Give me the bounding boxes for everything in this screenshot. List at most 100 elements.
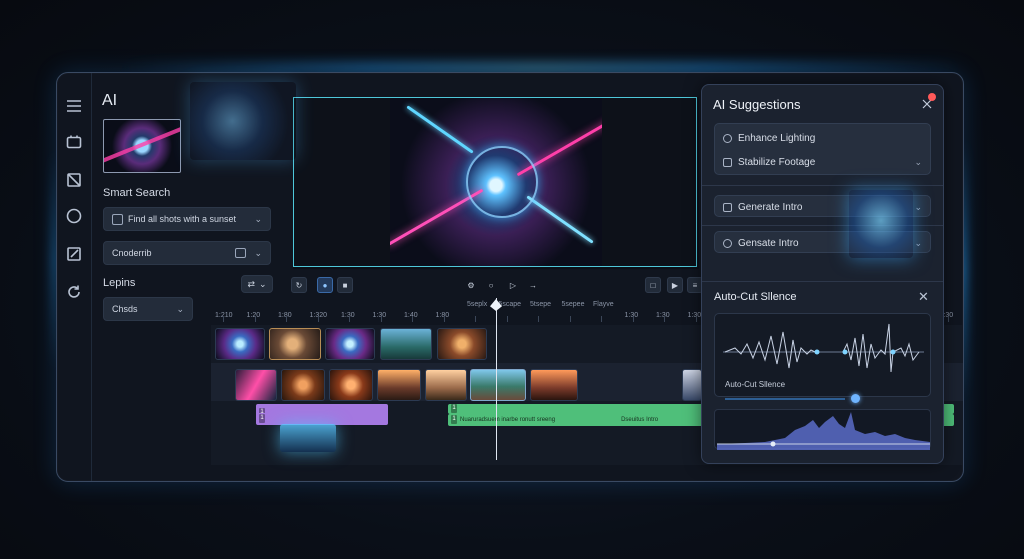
video-clip[interactable] <box>269 328 321 360</box>
ruler-tick <box>506 316 508 322</box>
edit-icon[interactable] <box>65 245 83 263</box>
ruler-label: 5sepee <box>561 301 585 308</box>
hologram-overlay <box>190 82 296 160</box>
chat-icon[interactable] <box>235 248 247 258</box>
chevron-down-icon[interactable]: ⌄ <box>914 202 922 213</box>
ruler-label: 5seplx <box>467 301 488 308</box>
video-clip[interactable] <box>425 369 467 401</box>
crop-icon[interactable] <box>65 171 83 189</box>
chevron-down-icon[interactable]: ⌄ <box>176 304 184 315</box>
video-clip[interactable] <box>329 369 373 401</box>
ruler-tick <box>947 316 949 322</box>
ruler-tick <box>223 316 224 322</box>
ruler-tick <box>412 316 413 322</box>
refresh-icon[interactable] <box>65 283 83 301</box>
render-button[interactable]: ▶ <box>667 277 683 293</box>
auto-cut-slider-label: Auto-Cut Sllence <box>725 380 786 389</box>
video-clip[interactable] <box>437 328 487 360</box>
smart-search-value: Find all shots with a sunset <box>128 214 237 224</box>
top-glow <box>120 64 960 72</box>
video-clip[interactable] <box>281 369 325 401</box>
waveform <box>723 323 924 373</box>
snap-button[interactable]: ■ <box>337 277 353 293</box>
auto-cut-slider[interactable] <box>725 398 845 400</box>
play-icon[interactable]: ▷ <box>505 277 521 293</box>
next-frame-button[interactable]: → <box>525 277 541 293</box>
video-clip[interactable] <box>682 369 702 401</box>
video-preview[interactable] <box>293 97 697 267</box>
layers-label: Lepins <box>103 277 136 289</box>
layers-options-button[interactable]: ⇄ ⌄ <box>241 275 273 293</box>
smart-search-input[interactable]: Find all shots with a sunset ⌄ <box>103 207 271 231</box>
preview-frame <box>390 98 602 266</box>
ruler-tick <box>601 316 602 322</box>
ruler-label: 1:20 <box>246 312 261 319</box>
audio-clip-text: Dseuitus Intro <box>621 417 659 423</box>
ruler-label: 1:30 <box>341 312 355 319</box>
chevron-down-icon[interactable]: ⌄ <box>914 157 922 168</box>
ruler-tick <box>664 316 665 322</box>
ruler-label: 1:30 <box>687 312 702 319</box>
ruler-tick <box>254 316 256 322</box>
auto-cut-title: Auto-Cut Sllence <box>714 291 797 303</box>
video-clip[interactable] <box>377 369 421 401</box>
ruler-label: 1:80 <box>278 312 292 319</box>
ruler-tick <box>695 316 697 322</box>
loop-button[interactable]: ↻ <box>291 277 307 293</box>
secondary-field-value: Cnoderrib <box>112 248 152 258</box>
suggestion-enhance-lighting[interactable]: Enhance Lighting <box>723 128 922 148</box>
chevron-down-icon[interactable]: ⌄ <box>914 238 922 249</box>
layers-select[interactable]: Chsds ⌄ <box>103 297 193 321</box>
audio-clip-text: Nuaruradsuem inarbe ronutt sreeng <box>460 417 556 423</box>
video-clip[interactable] <box>235 369 277 401</box>
video-clip[interactable] <box>325 328 375 360</box>
layers-select-value: Chsds <box>112 304 138 314</box>
ruler-tick <box>380 316 382 322</box>
ai-suggestions-title: AI Suggestions <box>713 97 801 112</box>
ruler-label: 1:30 <box>656 312 670 319</box>
suggestion-stabilize-footage[interactable]: Stabilize Footage ⌄ <box>723 152 922 172</box>
export-button[interactable]: □ <box>645 277 661 293</box>
folder-icon[interactable] <box>65 133 83 151</box>
circle-icon[interactable] <box>65 207 83 225</box>
record-button[interactable]: ○ <box>483 277 499 293</box>
video-clip[interactable] <box>215 328 265 360</box>
secondary-field[interactable]: Cnoderrib ⌄ <box>103 241 271 265</box>
ruler-label: 1:30 <box>624 312 639 319</box>
ruler-tick <box>569 316 571 322</box>
notification-badge <box>928 93 936 101</box>
ruler-tick <box>317 316 319 322</box>
video-clip[interactable] <box>530 369 578 401</box>
chevron-down-icon[interactable]: ⌄ <box>254 248 262 259</box>
icon-rail <box>57 73 92 481</box>
waveform-secondary[interactable] <box>714 409 931 450</box>
ruler-label: 5tsepe <box>530 301 552 308</box>
ruler-tick <box>632 316 634 322</box>
video-clip[interactable] <box>380 328 432 360</box>
close-icon[interactable]: ✕ <box>918 289 929 305</box>
ruler-tick <box>349 316 350 322</box>
swap-icon: ⇄ <box>247 278 255 289</box>
player-controls: ↻ ● ■ ⚙ ○ ▷ → □ ▶ ≡ <box>283 275 703 295</box>
plus-circle-icon <box>723 238 732 248</box>
video-clip-selected[interactable] <box>470 369 526 401</box>
panel-title: AI <box>102 92 118 109</box>
home-icon <box>723 202 732 212</box>
suggestion-group: Enhance Lighting Stabilize Footage ⌄ <box>714 123 931 175</box>
ruler-label: 1:30 <box>372 312 387 319</box>
hologram-overlay <box>849 190 913 258</box>
link-button[interactable]: ● <box>317 277 333 293</box>
ruler-tick <box>286 316 287 322</box>
menu-icon[interactable] <box>65 97 83 115</box>
ai-suggestions-panel: AI Suggestions Enhance Lighting Stabiliz… <box>701 84 944 464</box>
chevron-down-icon[interactable]: ⌄ <box>254 214 262 225</box>
portal-ring <box>466 146 538 218</box>
auto-cut-slider-handle[interactable] <box>851 394 860 403</box>
playhead[interactable] <box>496 298 497 460</box>
waveform-panel[interactable]: Auto-Cut Sllence <box>714 313 931 403</box>
hologram-overlay <box>280 424 336 452</box>
ruler-label: Flayve <box>593 301 614 308</box>
settings-gear-icon[interactable]: ⚙ <box>463 277 479 293</box>
media-thumbnail[interactable] <box>103 119 181 173</box>
chevron-down-icon: ⌄ <box>259 278 267 289</box>
